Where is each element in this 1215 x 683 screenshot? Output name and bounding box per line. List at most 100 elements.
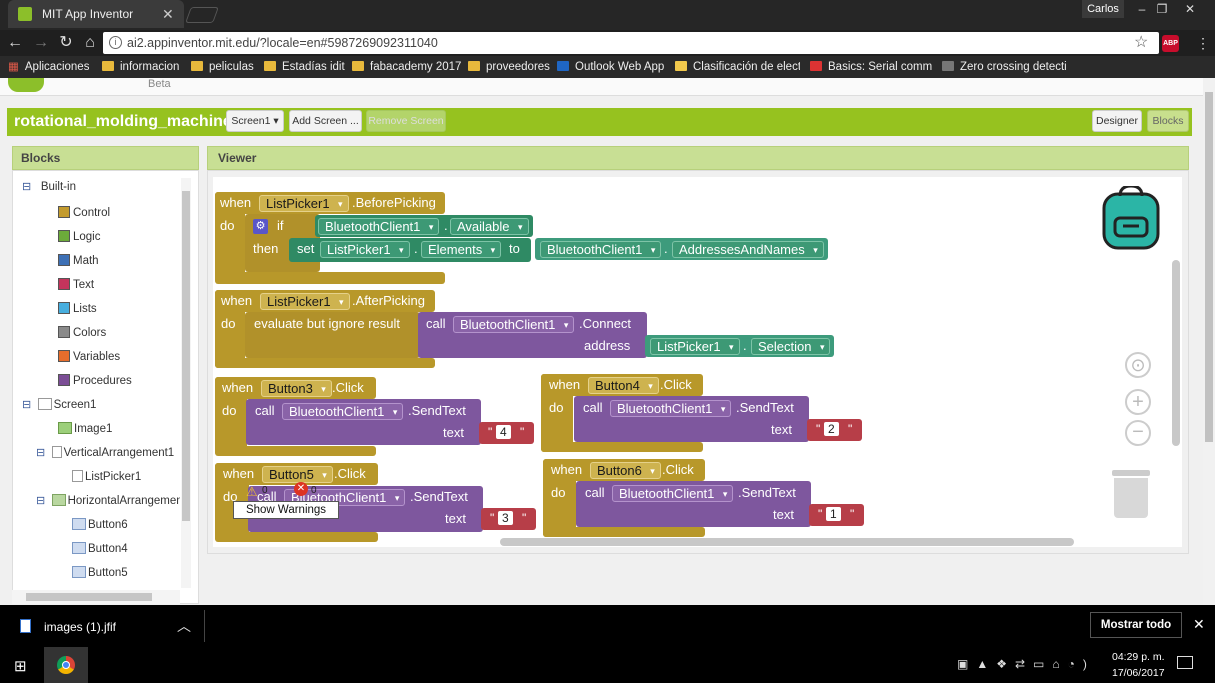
component-dropdown[interactable]: ListPicker1 [650,338,740,355]
collapse-icon[interactable]: ⊟ [36,447,45,459]
component-dropdown[interactable]: BluetoothClient1 [282,403,404,420]
workspace-hscroll[interactable] [500,538,1074,546]
close-window-icon[interactable]: ✕ [1178,0,1202,18]
tree-item-lists[interactable]: Lists [58,302,97,315]
tree-item-procedures[interactable]: Procedures [58,374,132,387]
zoom-out-icon[interactable]: − [1125,420,1151,446]
adblock-icon[interactable]: ABP [1162,35,1179,52]
bookmark-star-icon[interactable]: ☆ [1134,30,1148,56]
string-value[interactable]: 3 [498,511,513,525]
bookmark-item[interactable]: Clasificación de elect [675,56,800,78]
component-dropdown[interactable]: BluetoothClient1 [318,218,440,235]
string-block[interactable]: " 1 " [809,504,864,526]
show-all-button[interactable]: Mostrar todo [1090,612,1182,638]
remove-screen-button[interactable]: Remove Screen [366,110,446,132]
tree-item-button4[interactable]: Button4 [72,542,128,555]
tree-item-control[interactable]: Control [58,206,110,219]
component-dropdown[interactable]: ListPicker1 [260,293,350,310]
tree-screen1[interactable]: ⊟ Screen1 [22,398,96,411]
download-filename[interactable]: images (1).jfif [44,620,116,634]
property-dropdown[interactable]: Selection [751,338,831,355]
tree-item-button5[interactable]: Button5 [72,566,128,579]
tree-item-button6[interactable]: Button6 [72,518,128,531]
windows-start-icon[interactable]: ⊞ [14,657,27,675]
trash-icon[interactable] [1114,478,1148,518]
tree-item-horizontalarrangement[interactable]: ⊟ HorizontalArrangemen [36,494,180,507]
bookmark-item[interactable]: proveedores [468,56,550,78]
mutator-gear-icon[interactable]: ⚙ [253,219,268,234]
reload-icon[interactable]: ↻ [55,30,77,56]
clock-date[interactable]: 17/06/2017 [1112,667,1165,679]
restore-icon[interactable]: ❐ [1150,0,1174,18]
close-download-bar-icon[interactable]: ✕ [1193,616,1205,633]
collapse-icon[interactable]: ⊟ [22,181,31,193]
component-dropdown[interactable]: BluetoothClient1 [610,400,732,417]
property-dropdown[interactable]: Elements [421,241,502,258]
component-dropdown[interactable]: Button5 [262,466,333,483]
browser-tab[interactable]: MIT App Inventor [8,0,184,28]
error-icon[interactable]: ✕ [294,482,308,496]
string-value[interactable]: 1 [826,507,841,521]
close-tab-icon[interactable]: ✕ [162,0,174,28]
tree-item-colors[interactable]: Colors [58,326,106,339]
tree-item-text[interactable]: Text [58,278,94,291]
component-dropdown[interactable]: BluetoothClient1 [612,485,734,502]
bookmark-apps[interactable]: ▦ Aplicaciones [8,56,89,78]
tree-scroll-thumb[interactable] [182,191,190,521]
workspace-vscroll[interactable] [1172,260,1180,446]
bookmark-item[interactable]: fabacademy 2017 [352,56,461,78]
component-dropdown[interactable]: Button3 [261,380,332,397]
bookmark-item[interactable]: informacion [102,56,179,78]
zoom-in-icon[interactable]: + [1125,389,1151,415]
home-icon[interactable]: ⌂ [79,30,101,56]
component-dropdown[interactable]: Button4 [588,377,659,394]
tree-item-verticalarrangement1[interactable]: ⊟ VerticalArrangement1 [36,446,174,459]
blocks-button[interactable]: Blocks [1147,110,1189,132]
component-dropdown[interactable]: BluetoothClient1 [540,241,662,258]
string-block[interactable]: " 2 " [807,419,862,441]
tree-item-logic[interactable]: Logic [58,230,101,243]
forward-icon[interactable]: → [30,30,52,56]
info-icon[interactable]: i [109,36,122,49]
page-scroll-thumb[interactable] [1205,92,1213,442]
screen-select[interactable]: Screen1 ▾ [226,110,284,132]
bookmark-item[interactable]: Outlook Web App [557,56,664,78]
property-dropdown[interactable]: AddressesAndNames [672,241,824,258]
tree-item-math[interactable]: Math [58,254,99,267]
bookmark-item[interactable]: peliculas [191,56,254,78]
collapse-icon[interactable]: ⊟ [36,495,45,507]
profile-button[interactable]: Carlos [1082,0,1124,18]
tree-hscroll-thumb[interactable] [26,593,152,601]
string-block[interactable]: " 4 " [479,422,534,444]
show-warnings-button[interactable]: Show Warnings [233,501,339,519]
bookmark-item[interactable]: Basics: Serial commu [810,56,932,78]
bookmark-item[interactable]: Estadías idit [264,56,345,78]
string-block[interactable]: " 3 " [481,508,536,530]
chevron-up-icon[interactable]: ︿ [177,616,191,636]
component-dropdown[interactable]: BluetoothClient1 [453,316,575,333]
component-dropdown[interactable]: ListPicker1 [259,195,349,212]
tree-item-variables[interactable]: Variables [58,350,120,363]
address-bar[interactable]: ai2.appinventor.mit.edu/?locale=en#59872… [103,32,1159,54]
backpack-icon[interactable] [1100,186,1164,252]
designer-button[interactable]: Designer [1092,110,1142,132]
new-tab-button[interactable] [185,7,219,23]
warning-icon[interactable]: ⚠ [246,484,258,500]
bookmark-item[interactable]: Zero crossing detecti [942,56,1067,78]
property-dropdown[interactable]: Available [450,218,529,235]
component-dropdown[interactable]: Button6 [590,462,661,479]
notifications-icon[interactable] [1177,656,1193,669]
tree-item-image1[interactable]: Image1 [58,422,112,435]
collapse-icon[interactable]: ⊟ [22,399,31,411]
back-icon[interactable]: ← [4,30,26,56]
component-dropdown[interactable]: ListPicker1 [320,241,410,258]
recenter-icon[interactable]: ⊙ [1125,352,1151,378]
tree-builtin[interactable]: ⊟ Built-in [22,180,76,193]
string-value[interactable]: 2 [824,422,839,436]
string-value[interactable]: 4 [496,425,511,439]
system-tray-icons[interactable]: ▣▲❖⇄▭⌂◔) [957,657,1095,671]
add-screen-button[interactable]: Add Screen ... [289,110,362,132]
tree-item-listpicker1[interactable]: ListPicker1 [72,470,141,483]
clock-time[interactable]: 04:29 p. m. [1112,651,1165,663]
menu-icon[interactable]: ⋮ [1196,30,1210,56]
